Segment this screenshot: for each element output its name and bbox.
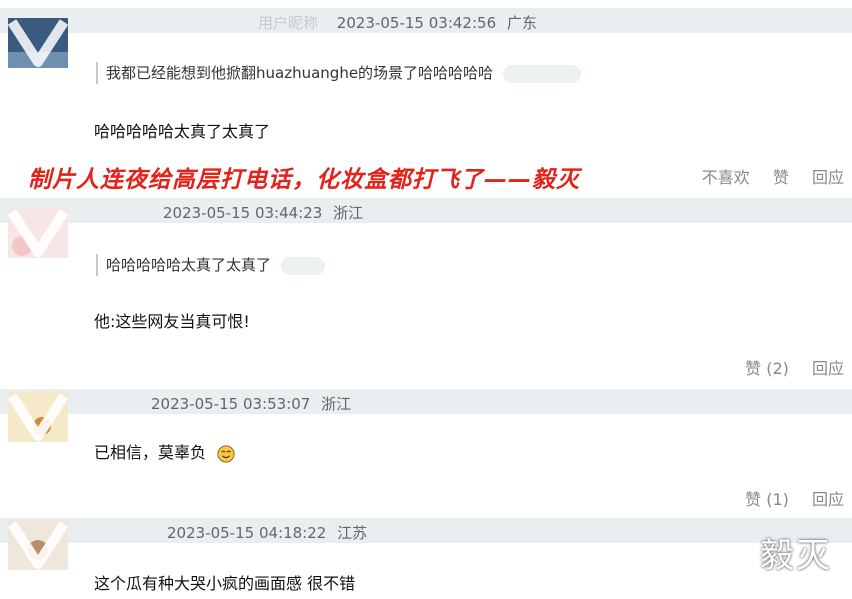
quote-text: 我都已经能想到他掀翻huazhuanghe的场景了哈哈哈哈哈 <box>106 64 494 82</box>
avatar-image <box>8 18 68 68</box>
avatar[interactable] <box>8 208 68 258</box>
like-button[interactable]: 赞 <box>773 168 789 187</box>
comment-time: 2023-05-15 03:42:56 <box>336 14 497 32</box>
avatar[interactable] <box>8 520 68 570</box>
quote-text: 哈哈哈哈哈太真了太真了 <box>106 256 272 274</box>
overlay-caption: 制片人连夜给高层打电话，化妆盒都打飞了——毅灭 <box>28 167 580 193</box>
username[interactable]: 用户昵称 <box>258 12 318 33</box>
comment-actions: 赞 (2) 回应 <box>727 355 844 379</box>
comment-location: 浙江 <box>321 395 352 413</box>
comment-text-row: 已相信，莫辜负 <box>94 439 235 463</box>
avatar-image <box>8 392 68 442</box>
avatar-image <box>8 520 68 570</box>
quoted-comment: 哈哈哈哈哈太真了太真了 <box>96 254 326 276</box>
comment-text: 他:这些网友当真可恨! <box>94 312 250 331</box>
reply-button[interactable]: 回应 <box>812 168 844 187</box>
comment-header-bar <box>0 518 852 543</box>
blurred-username <box>281 256 326 275</box>
blurred-username <box>503 64 582 83</box>
comment-meta: 2023-05-15 04:18:22 江苏 <box>167 522 367 543</box>
comment-meta: 2023-05-15 03:44:23 浙江 <box>163 202 363 223</box>
comment-location: 江苏 <box>337 524 368 542</box>
comment-time: 2023-05-15 04:18:22 <box>167 524 327 542</box>
comment-text: 这个瓜有种大哭小疯的画面感 很不错 <box>94 574 356 593</box>
comment-location: 浙江 <box>333 204 364 222</box>
comment-actions: 不喜欢 赞 回应 <box>684 164 844 188</box>
comment-location: 广东 <box>506 14 537 32</box>
reply-button[interactable]: 回应 <box>812 490 844 509</box>
avatar-image <box>8 208 68 258</box>
smile-emoji-icon <box>217 444 235 463</box>
avatar[interactable] <box>8 18 68 68</box>
comment-time: 2023-05-15 03:44:23 <box>163 204 323 222</box>
comment-header-bar <box>0 198 852 223</box>
comment-text: 哈哈哈哈哈太真了太真了 <box>94 122 271 141</box>
comment-meta: 用户昵称 2023-05-15 03:42:56 广东 <box>258 12 537 33</box>
comment-time: 2023-05-15 03:53:07 <box>151 395 311 413</box>
quoted-comment: 我都已经能想到他掀翻huazhuanghe的场景了哈哈哈哈哈 <box>96 62 582 84</box>
comment-text: 已相信，莫辜负 <box>94 443 207 462</box>
dislike-button[interactable]: 不喜欢 <box>702 168 750 187</box>
comment-header-bar <box>0 389 852 414</box>
comment-meta: 2023-05-15 03:53:07 浙江 <box>151 393 351 414</box>
like-button[interactable]: 赞 (1) <box>745 490 789 509</box>
avatar[interactable] <box>8 392 68 442</box>
watermark: 毅灭 <box>760 536 832 576</box>
comment-actions: 赞 (1) 回应 <box>727 486 844 510</box>
like-button[interactable]: 赞 (2) <box>745 359 789 378</box>
reply-button[interactable]: 回应 <box>812 359 844 378</box>
